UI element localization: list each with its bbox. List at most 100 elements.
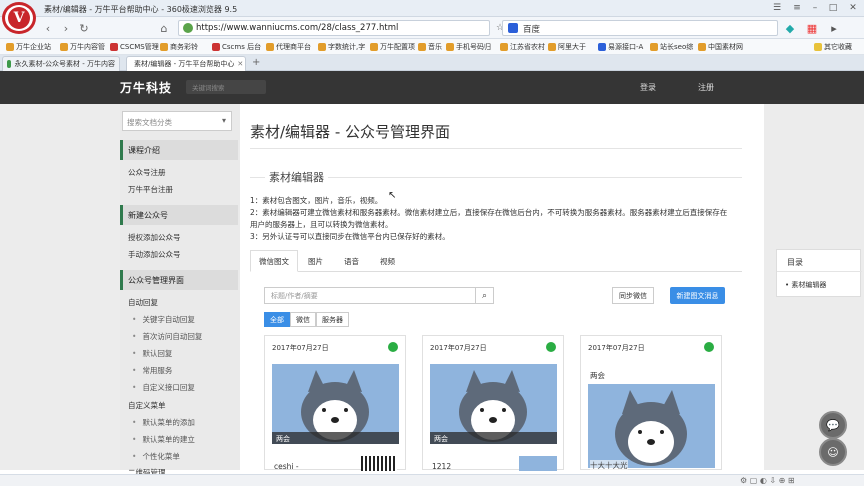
secure-icon	[183, 23, 193, 33]
card-caption: 两会	[430, 432, 557, 444]
table-of-contents: 目录 • 素材编辑器	[776, 249, 862, 297]
bookmark-label: 音乐	[428, 43, 442, 51]
bookmark-label: 站长seo综	[660, 43, 694, 51]
bookmark-label: 万牛企业站	[16, 43, 51, 51]
maximize-button[interactable]: □	[826, 2, 840, 14]
bookmark-item[interactable]: 万牛配置项	[370, 41, 415, 53]
sidebar-subitem[interactable]: 关键字自动回复	[132, 314, 195, 325]
sidebar-subitem[interactable]: 常用服务	[132, 365, 172, 376]
card-name: ceshi -	[274, 462, 299, 471]
bookmark-item[interactable]: 万牛企业站	[6, 41, 51, 53]
sidebar-subitem[interactable]: 默认菜单的建立	[132, 434, 195, 445]
browser-tab-active[interactable]: 素材/编辑器 - 万牛平台帮助中心 ✕	[126, 56, 246, 71]
bookmark-label: 其它收藏	[824, 43, 852, 51]
filter-server[interactable]: 服务器	[316, 312, 349, 327]
chat-icon[interactable]: 💬	[819, 411, 847, 439]
menu-icon[interactable]: ≡	[790, 2, 804, 14]
husky-small-thumbnail	[519, 456, 557, 471]
forward-icon[interactable]: ›	[58, 21, 74, 35]
refresh-icon[interactable]: ↻	[76, 21, 92, 35]
husky-thumbnail: 两会	[430, 364, 557, 444]
bookmark-item[interactable]: 站长seo综	[650, 41, 693, 53]
site-search-input[interactable]: 关键词搜索	[186, 80, 266, 94]
sidebar-section-intro[interactable]: 课程介绍	[120, 140, 238, 160]
browser-tab[interactable]: 永久素材-公众号素材 - 万牛内容	[2, 56, 120, 71]
bookmark-item[interactable]: 字数统计,字	[318, 41, 365, 53]
bookmark-item[interactable]: 万牛内容管	[60, 41, 105, 53]
divider	[777, 271, 862, 272]
material-card[interactable]: 2017年07月27日 两会 1212	[422, 335, 564, 471]
material-tabs: 微信图文 图片 语音 视频	[250, 250, 742, 272]
bookmark-label: 阿里大于	[558, 43, 586, 51]
bookmark-item[interactable]: CSCMS管理	[110, 41, 159, 53]
address-bar-row: ‹ › ↻ ⌂ https://www.wanniucms.com/28/cla…	[0, 17, 864, 39]
keyword-search-input[interactable]: 标题/作者/摘要	[264, 287, 476, 304]
bookmark-item[interactable]: 易源接口-A	[598, 41, 643, 53]
bookmark-item[interactable]: 其它收藏	[814, 41, 852, 53]
baidu-icon	[508, 23, 518, 33]
sidebar-item[interactable]: 手动添加公众号	[128, 249, 181, 260]
page-title: 素材/编辑器 - 公众号管理界面	[250, 123, 451, 141]
sidebar-item[interactable]: 授权添加公众号	[128, 232, 181, 243]
back-icon[interactable]: ‹	[40, 21, 56, 35]
husky-thumbnail: 两会	[272, 364, 399, 444]
status-icons[interactable]: ⚙ ▢ ◐ ⇩ ⊕ ⊞	[740, 476, 795, 485]
tab-wechat-article[interactable]: 微信图文	[250, 250, 298, 272]
minimize-button[interactable]: –	[808, 2, 822, 14]
sidebar-item[interactable]: 自动回复	[128, 297, 158, 308]
toc-item-label: 素材编辑器	[791, 281, 827, 289]
browser-tab-bar: 永久素材-公众号素材 - 万牛内容 素材/编辑器 - 万牛平台帮助中心 ✕ +	[0, 55, 864, 71]
tab-voice[interactable]: 语音	[336, 250, 367, 272]
feedback-icon[interactable]: ☺	[819, 438, 847, 466]
bookmark-item[interactable]: 音乐	[418, 41, 442, 53]
window-title: 素材/编辑器 - 万牛平台帮助中心 - 360极速浏览器 9.5	[44, 5, 238, 14]
register-link[interactable]: 注册	[698, 82, 714, 93]
filter-wechat[interactable]: 微信	[290, 312, 316, 327]
qr-code-icon	[361, 456, 397, 471]
material-card[interactable]: 2017年07月27日 两会 十大十大光	[580, 335, 722, 471]
url-input[interactable]: https://www.wanniucms.com/28/class_277.h…	[178, 20, 490, 36]
tab-image[interactable]: 图片	[300, 250, 331, 272]
new-tab-icon[interactable]: +	[252, 57, 260, 68]
material-card[interactable]: 2017年07月27日 两会 ceshi -	[264, 335, 406, 471]
extension-icon[interactable]: ▦	[804, 21, 820, 35]
sidebar-section-new-account[interactable]: 新建公众号	[120, 205, 238, 225]
toc-item[interactable]: • 素材编辑器	[785, 280, 826, 290]
bookmark-item[interactable]: 商务彩铃	[160, 41, 198, 53]
site-brand[interactable]: 万牛科技	[120, 79, 172, 96]
home-icon[interactable]: ⌂	[156, 21, 172, 35]
sidebar-subitem[interactable]: 个性化菜单	[132, 451, 180, 462]
bookmark-item[interactable]: 阿里大于	[548, 41, 586, 53]
extension-icon[interactable]: ◆	[782, 21, 798, 35]
close-button[interactable]: ✕	[846, 2, 860, 14]
bookmark-label: 手机号码归	[456, 43, 491, 51]
tab-video[interactable]: 视频	[372, 250, 403, 272]
toc-title: 目录	[787, 258, 803, 267]
sidebar-subitem[interactable]: 自定义接口回复	[132, 382, 195, 393]
login-link[interactable]: 登录	[640, 82, 656, 93]
bookmark-item[interactable]: Cscms 后台	[212, 41, 261, 53]
new-article-button[interactable]: 新建图文消息	[670, 287, 725, 304]
sidebar-item[interactable]: 二维码管理	[128, 467, 166, 474]
search-engine-input[interactable]: 百度	[502, 20, 778, 36]
sidebar-subitem[interactable]: 默认回复	[132, 348, 172, 359]
sync-wechat-button[interactable]: 同步微信	[612, 287, 654, 304]
sidebar-item[interactable]: 万牛平台注册	[128, 184, 173, 195]
skin-icon[interactable]: ☰	[770, 2, 784, 14]
category-select[interactable]: 搜索文档分类 ▾	[122, 111, 232, 131]
sidebar-item[interactable]: 公众号注册	[128, 167, 166, 178]
bookmark-item[interactable]: 中国素材网	[698, 41, 743, 53]
card-caption: 两会	[590, 371, 605, 380]
bookmark-item[interactable]: 手机号码归	[446, 41, 491, 53]
sidebar-section-account-mgmt[interactable]: 公众号管理界面	[120, 270, 238, 290]
search-icon[interactable]: ⌕	[476, 287, 494, 304]
sidebar-item[interactable]: 自定义菜单	[128, 400, 166, 411]
bookmark-item[interactable]: 代理商平台	[266, 41, 311, 53]
filter-all[interactable]: 全部	[264, 312, 290, 327]
close-tab-icon[interactable]: ✕	[237, 60, 243, 68]
extensions-menu-icon[interactable]: ▸	[826, 21, 842, 35]
sidebar-subitem[interactable]: 首次访问自动回复	[132, 331, 202, 342]
sidebar-subitem[interactable]: 默认菜单的添加	[132, 417, 195, 428]
wechat-icon	[704, 342, 714, 352]
bookmark-item[interactable]: 江苏省农村	[500, 41, 545, 53]
